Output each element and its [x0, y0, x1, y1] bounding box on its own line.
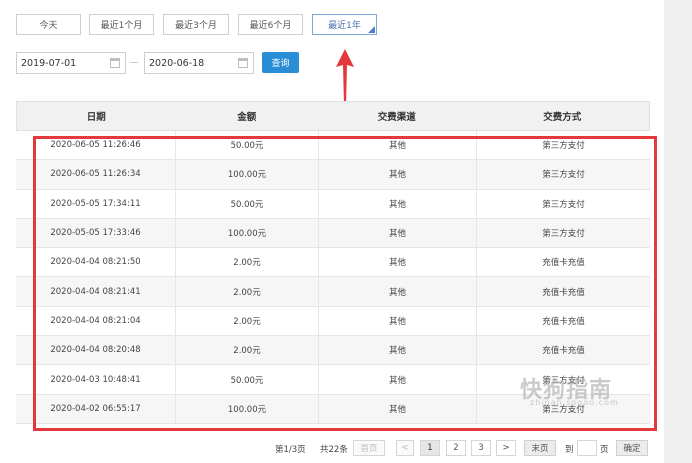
column-header-channel: 交费渠道: [377, 112, 416, 123]
cell-amount: 2.00元: [175, 277, 318, 306]
cell-date: 2020-04-04 08:21:04: [50, 315, 141, 326]
calendar-icon[interactable]: [110, 58, 120, 68]
cell-channel: 其他: [318, 277, 476, 306]
page-button-3[interactable]: 3: [471, 440, 491, 456]
cell-channel: 其他: [318, 394, 476, 423]
cell-date: 2020-06-05 11:26:34: [50, 169, 141, 180]
date-range-separator: [130, 62, 138, 63]
page-info: 第1/3页: [275, 445, 306, 455]
total-count: 共22条: [320, 445, 348, 455]
cell-date: 2020-04-04 08:21:41: [50, 286, 141, 297]
goto-suffix-label: 页: [600, 445, 609, 455]
confirm-goto-button[interactable]: 确定: [616, 440, 648, 456]
start-date-input[interactable]: [21, 57, 105, 69]
range-1-year-label: 最近1年: [328, 21, 361, 31]
cell-date: 2020-04-03 10:48:41: [50, 374, 141, 385]
cell-amount: 100.00元: [175, 160, 318, 189]
cell-date: 2020-05-05 17:33:46: [50, 228, 141, 239]
cell-method: 充值卡充值: [476, 306, 650, 336]
cell-channel: 其他: [318, 131, 476, 160]
cell-method: 充值卡充值: [476, 248, 650, 277]
cell-channel: 其他: [318, 365, 476, 394]
table-row: 2020-04-04 08:21:50 2.00元 其他 充值卡充值: [16, 248, 650, 278]
cell-amount: 100.00元: [175, 394, 318, 423]
start-date-field[interactable]: [16, 52, 126, 74]
cell-channel: 其他: [318, 218, 476, 248]
page-button-2[interactable]: 2: [446, 440, 466, 456]
goto-prefix-label: 到: [565, 445, 574, 455]
cell-amount: 2.00元: [175, 336, 318, 365]
cell-amount: 100.00元: [175, 218, 318, 248]
column-header-method: 交费方式: [543, 112, 582, 123]
query-button[interactable]: 查询: [262, 52, 299, 73]
cell-method: 第三方支付: [476, 218, 650, 248]
goto-page-input[interactable]: [577, 440, 597, 456]
range-6-months-button[interactable]: 最近6个月: [238, 14, 303, 35]
range-3-months-button[interactable]: 最近3个月: [163, 14, 229, 35]
end-date-field[interactable]: [144, 52, 254, 74]
prev-page-button[interactable]: <: [396, 440, 414, 456]
annotation-arrow-icon: [336, 49, 354, 105]
cell-date: 2020-06-05 11:26:46: [50, 140, 141, 151]
cell-amount: 50.00元: [175, 365, 318, 394]
watermark-url: zhinan.sogou.com: [530, 398, 619, 407]
cell-channel: 其他: [318, 189, 476, 218]
table-row: 2020-05-05 17:34:11 50.00元 其他 第三方支付: [16, 189, 650, 219]
next-page-button[interactable]: >: [496, 440, 516, 456]
cell-amount: 50.00元: [175, 189, 318, 218]
cell-date: 2020-05-05 17:34:11: [50, 198, 141, 209]
cell-channel: 其他: [318, 336, 476, 365]
cell-channel: 其他: [318, 306, 476, 336]
table-row: 2020-05-05 17:33:46 100.00元 其他 第三方支付: [16, 218, 650, 249]
last-page-button[interactable]: 末页: [524, 440, 556, 456]
table-header: 日期 金额 交费渠道 交费方式: [16, 101, 650, 131]
table-row: 2020-04-04 08:21:04 2.00元 其他 充值卡充值: [16, 306, 650, 337]
page-button-1[interactable]: 1: [420, 440, 440, 456]
cell-method: 第三方支付: [476, 189, 650, 218]
cell-date: 2020-04-04 08:20:48: [50, 345, 141, 356]
cell-channel: 其他: [318, 160, 476, 189]
range-today-button[interactable]: 今天: [16, 14, 81, 35]
range-1-month-button[interactable]: 最近1个月: [89, 14, 154, 35]
table-row: 2020-04-04 08:20:48 2.00元 其他 充值卡充值: [16, 336, 650, 366]
cell-method: 充值卡充值: [476, 336, 650, 365]
calendar-icon[interactable]: [238, 58, 248, 68]
cell-amount: 2.00元: [175, 306, 318, 336]
cell-amount: 2.00元: [175, 248, 318, 277]
first-page-button[interactable]: 首页: [353, 440, 385, 456]
cell-method: 充值卡充值: [476, 277, 650, 306]
range-1-year-button[interactable]: 最近1年: [312, 14, 377, 35]
column-header-amount: 金额: [237, 112, 257, 123]
column-header-date: 日期: [86, 112, 106, 123]
table-row: 2020-06-05 11:26:34 100.00元 其他 第三方支付: [16, 160, 650, 190]
end-date-input[interactable]: [149, 57, 233, 69]
cell-method: 第三方支付: [476, 131, 650, 160]
table-row: 2020-06-05 11:26:46 50.00元 其他 第三方支付: [16, 131, 650, 161]
cell-channel: 其他: [318, 248, 476, 277]
right-gutter: [664, 0, 692, 463]
table-row: 2020-04-04 08:21:41 2.00元 其他 充值卡充值: [16, 277, 650, 307]
cell-date: 2020-04-04 08:21:50: [50, 257, 141, 268]
cell-method: 第三方支付: [476, 160, 650, 189]
selected-corner-icon: [368, 26, 375, 33]
cell-amount: 50.00元: [175, 131, 318, 160]
cell-date: 2020-04-02 06:55:17: [50, 403, 141, 414]
